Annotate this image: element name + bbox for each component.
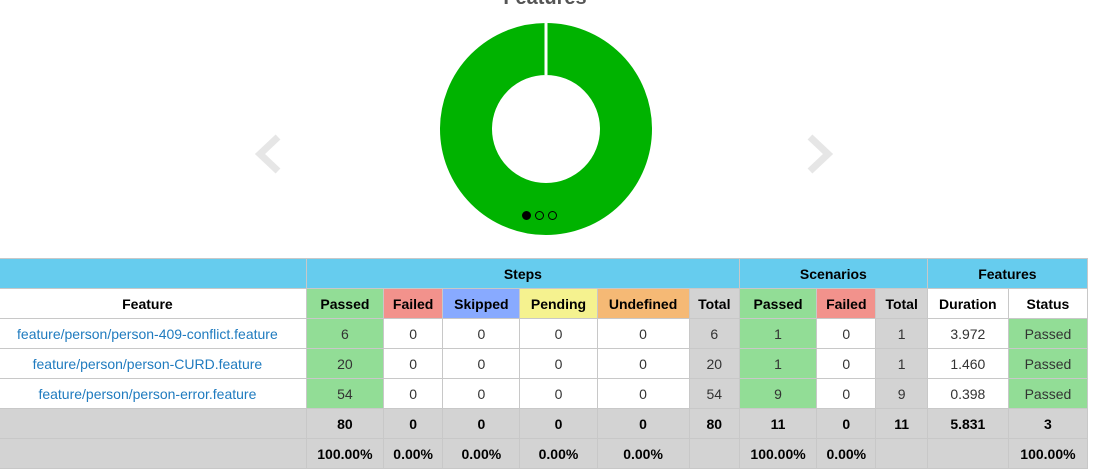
pct-steps-skipped: 0.00% bbox=[442, 438, 521, 469]
steps-passed-cell: 6 bbox=[305, 318, 384, 349]
steps-undefined-cell: 0 bbox=[596, 318, 690, 349]
table-row: feature/person/person-CURD.feature 20 0 … bbox=[0, 348, 1089, 379]
steps-passed-cell: 54 bbox=[305, 378, 384, 409]
scenarios-total-header[interactable]: Total bbox=[875, 288, 928, 319]
scenarios-failed-cell: 0 bbox=[816, 318, 877, 349]
steps-skipped-cell: 0 bbox=[442, 378, 521, 409]
steps-pending-header[interactable]: Pending bbox=[519, 288, 598, 319]
steps-pending-cell: 0 bbox=[519, 318, 598, 349]
total-steps-pending: 0 bbox=[519, 408, 598, 439]
steps-passed-header[interactable]: Passed bbox=[305, 288, 384, 319]
features-carousel: Features bbox=[0, 0, 1100, 258]
duration-cell: 0.398 bbox=[926, 378, 1009, 409]
scenarios-passed-cell: 1 bbox=[738, 348, 818, 379]
pct-scenarios-passed: 100.00% bbox=[738, 438, 818, 469]
steps-skipped-header[interactable]: Skipped bbox=[442, 288, 521, 319]
chevron-right-icon[interactable] bbox=[804, 133, 834, 175]
status-cell: Passed bbox=[1007, 378, 1089, 409]
feature-group-header bbox=[0, 258, 307, 289]
pct-status: 100.00% bbox=[1007, 438, 1089, 469]
carousel-dot-2[interactable] bbox=[535, 211, 544, 220]
total-steps-passed: 80 bbox=[305, 408, 384, 439]
duration-cell: 1.460 bbox=[926, 348, 1009, 379]
totals-row: 80 0 0 0 0 80 11 0 11 5.831 3 bbox=[0, 408, 1089, 439]
steps-undefined-cell: 0 bbox=[596, 378, 690, 409]
totals-label-cell bbox=[0, 408, 307, 439]
table-row: feature/person/person-409-conflict.featu… bbox=[0, 318, 1089, 349]
carousel-dot-1[interactable] bbox=[522, 211, 531, 220]
duration-header[interactable]: Duration bbox=[926, 288, 1009, 319]
total-steps-total: 80 bbox=[688, 408, 740, 439]
feature-link[interactable]: feature/person/person-409-conflict.featu… bbox=[17, 326, 278, 342]
carousel-dot-3[interactable] bbox=[548, 211, 557, 220]
scenarios-failed-cell: 0 bbox=[816, 348, 877, 379]
total-steps-undefined: 0 bbox=[596, 408, 690, 439]
total-scenarios-total: 11 bbox=[875, 408, 928, 439]
steps-undefined-header[interactable]: Undefined bbox=[596, 288, 690, 319]
feature-column-header[interactable]: Feature bbox=[0, 288, 307, 319]
table-row: feature/person/person-error.feature 54 0… bbox=[0, 378, 1089, 409]
steps-passed-cell: 20 bbox=[305, 348, 384, 379]
steps-failed-cell: 0 bbox=[382, 378, 444, 409]
percent-label-cell bbox=[0, 438, 307, 469]
steps-total-header[interactable]: Total bbox=[688, 288, 740, 319]
pct-steps-passed: 100.00% bbox=[305, 438, 384, 469]
column-header-row: Feature Passed Failed Skipped Pending Un… bbox=[0, 288, 1089, 319]
total-duration: 5.831 bbox=[926, 408, 1009, 439]
total-steps-skipped: 0 bbox=[442, 408, 521, 439]
steps-total-cell: 54 bbox=[688, 378, 740, 409]
features-report-table: Steps Scenarios Features Feature Passed … bbox=[0, 258, 1089, 469]
scenarios-failed-header[interactable]: Failed bbox=[816, 288, 877, 319]
total-scenarios-failed: 0 bbox=[816, 408, 877, 439]
features-group-header: Features bbox=[926, 258, 1089, 289]
pct-scenarios-total bbox=[875, 438, 928, 469]
percent-row: 100.00% 0.00% 0.00% 0.00% 0.00% 100.00% … bbox=[0, 438, 1089, 469]
pct-steps-total bbox=[688, 438, 740, 469]
duration-cell: 3.972 bbox=[926, 318, 1009, 349]
status-cell: Passed bbox=[1007, 318, 1089, 349]
steps-pending-cell: 0 bbox=[519, 378, 598, 409]
chevron-left-icon[interactable] bbox=[254, 133, 284, 175]
scenarios-total-cell: 1 bbox=[875, 348, 928, 379]
carousel-indicators bbox=[522, 211, 557, 220]
scenarios-failed-cell: 0 bbox=[816, 378, 877, 409]
scenarios-group-header: Scenarios bbox=[738, 258, 928, 289]
pct-duration bbox=[926, 438, 1009, 469]
steps-pending-cell: 0 bbox=[519, 348, 598, 379]
pct-steps-pending: 0.00% bbox=[519, 438, 598, 469]
steps-failed-cell: 0 bbox=[382, 318, 444, 349]
scenarios-total-cell: 1 bbox=[875, 318, 928, 349]
steps-failed-cell: 0 bbox=[382, 348, 444, 379]
scenarios-passed-cell: 9 bbox=[738, 378, 818, 409]
pct-scenarios-failed: 0.00% bbox=[816, 438, 877, 469]
total-scenarios-passed: 11 bbox=[738, 408, 818, 439]
steps-skipped-cell: 0 bbox=[442, 348, 521, 379]
status-cell: Passed bbox=[1007, 348, 1089, 379]
total-steps-failed: 0 bbox=[382, 408, 444, 439]
steps-total-cell: 20 bbox=[688, 348, 740, 379]
steps-undefined-cell: 0 bbox=[596, 348, 690, 379]
pct-steps-failed: 0.00% bbox=[382, 438, 444, 469]
steps-skipped-cell: 0 bbox=[442, 318, 521, 349]
feature-link[interactable]: feature/person/person-error.feature bbox=[38, 386, 256, 402]
scenarios-total-cell: 9 bbox=[875, 378, 928, 409]
steps-failed-header[interactable]: Failed bbox=[382, 288, 444, 319]
pct-steps-undefined: 0.00% bbox=[596, 438, 690, 469]
total-status: 3 bbox=[1007, 408, 1089, 439]
group-header-row: Steps Scenarios Features bbox=[0, 258, 1089, 289]
steps-group-header: Steps bbox=[305, 258, 740, 289]
status-header[interactable]: Status bbox=[1007, 288, 1089, 319]
scenarios-passed-header[interactable]: Passed bbox=[738, 288, 818, 319]
scenarios-passed-cell: 1 bbox=[738, 318, 818, 349]
feature-link[interactable]: feature/person/person-CURD.feature bbox=[33, 356, 263, 372]
steps-total-cell: 6 bbox=[688, 318, 740, 349]
